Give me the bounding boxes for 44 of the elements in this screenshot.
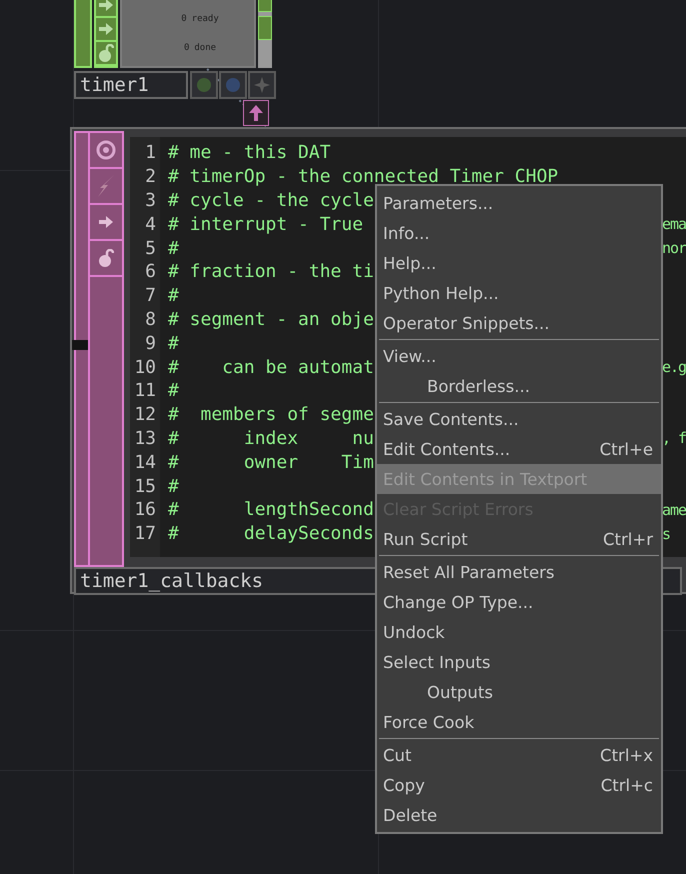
code-line: s xyxy=(662,524,672,543)
code-line: # owner Tim xyxy=(168,452,374,473)
code-line: # xyxy=(168,285,179,306)
code-line: nor xyxy=(662,239,686,258)
code-line: ema xyxy=(662,215,686,234)
readout-value: 0 xyxy=(181,14,187,24)
code-line: # index nu xyxy=(168,428,374,449)
code-line: e.g xyxy=(662,358,686,376)
line-number: 16 xyxy=(133,499,156,520)
code-line: # lengthSecond xyxy=(168,499,374,520)
code-line: # xyxy=(168,476,179,497)
code-line: # xyxy=(168,238,179,259)
code-line: # members of segme xyxy=(168,404,374,426)
line-number: 9 xyxy=(144,332,156,354)
line-number: 15 xyxy=(133,476,156,497)
readout-label: ready xyxy=(192,14,219,24)
line-number: 1 xyxy=(144,142,156,164)
readout-value: 0 xyxy=(184,42,190,52)
code-line: # can be automat xyxy=(168,356,374,378)
line-number: 13 xyxy=(133,428,156,449)
code-line: # xyxy=(168,332,179,354)
line-number: 11 xyxy=(133,380,156,402)
code-line: # delaySeconds xyxy=(168,523,374,544)
code-line: ame xyxy=(662,500,686,519)
line-number: 5 xyxy=(144,238,156,259)
line-number: 10 xyxy=(133,356,156,378)
line-number: 7 xyxy=(144,285,156,306)
readout-label: done xyxy=(194,42,216,52)
code-line: # me - this DAT xyxy=(168,142,331,164)
line-number: 14 xyxy=(133,452,156,473)
line-number: 17 xyxy=(133,523,156,544)
line-number: 2 xyxy=(144,166,156,188)
code-line: # interrupt - True xyxy=(168,214,364,235)
code-line: # cycle - the cycle xyxy=(168,190,374,211)
line-number: 4 xyxy=(144,214,156,235)
code-line: # timerOp - the connected Timer CHOP xyxy=(168,166,558,188)
line-number: 8 xyxy=(144,308,156,330)
code-line: , f xyxy=(662,429,686,448)
code-line: # xyxy=(168,380,179,402)
code-line: # segment - an obje xyxy=(168,308,374,330)
line-number: 12 xyxy=(133,404,156,426)
code-line: # fraction - the ti xyxy=(168,261,374,282)
line-number: 6 xyxy=(144,261,156,282)
line-number: 3 xyxy=(144,190,156,211)
